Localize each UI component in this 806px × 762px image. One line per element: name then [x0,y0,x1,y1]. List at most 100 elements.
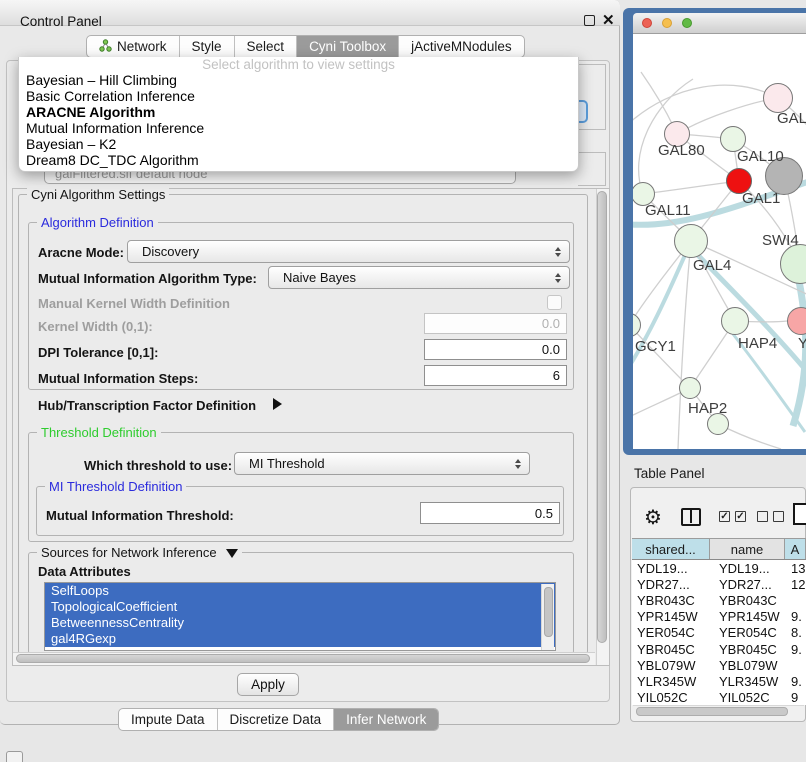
table-row[interactable]: YLR345WYLR345W9. [632,673,806,689]
network-tree-icon [99,39,112,55]
screen: Control Panel ✕ Network Style Select Cyn… [0,0,806,762]
zoom-window-button[interactable] [682,18,692,28]
control-panel-title: Control Panel [20,14,102,29]
mi-threshold-label: Mutual Information Threshold: [46,508,234,523]
algorithm-option-selected[interactable]: ARACNE Algorithm [19,104,578,120]
close-window-button[interactable] [642,18,652,28]
node-label: GAL4 [693,257,731,274]
table-row[interactable]: YBL079WYBL079W [632,657,806,673]
covered-groupbox-fragment [578,152,606,186]
aracne-mode-value: Discovery [142,244,199,259]
mi-steps-value: 6 [553,368,560,383]
expand-triangle-icon[interactable] [273,398,282,410]
node-label: GAL11 [645,202,691,219]
bottom-tabbar: Impute Data Discretize Data Infer Networ… [118,708,439,731]
list-item[interactable]: SelfLoops [45,583,555,599]
tab-infer-network-label: Infer Network [346,712,426,727]
mi-threshold-group-title: MI Threshold Definition [45,479,186,494]
new-table-icon[interactable] [793,503,806,525]
tab-impute-data[interactable]: Impute Data [119,709,217,730]
list-item[interactable]: gal4RGexp [45,631,555,647]
panel-collapsed-icon[interactable] [6,751,23,762]
select-all-checkbox-icon[interactable]: ✓ [735,511,746,522]
aracne-mode-select[interactable]: Discovery [127,240,570,263]
algorithm-option[interactable]: Dream8 DC_TDC Algorithm [19,152,578,168]
split-columns-icon[interactable] [681,508,701,526]
tab-style[interactable]: Style [179,36,234,57]
algorithm-definition-title: Algorithm Definition [37,215,158,230]
hub-definition-label: Hub/Transcription Factor Definition [38,398,256,413]
network-canvas[interactable]: GAL GAL80 GAL10 GAL1 GAL11 SWI4 GAL4 GCY… [633,34,806,449]
tab-network[interactable]: Network [87,36,179,57]
algorithm-dropdown-popup: Select algorithm to view settings Bayesi… [18,57,579,172]
which-threshold-select[interactable]: MI Threshold [234,452,530,475]
network-node[interactable] [763,83,793,113]
deselect-checkbox-icon[interactable] [757,511,768,522]
spinner-arrows-icon [515,459,521,469]
tab-jactivemnodules[interactable]: jActiveMNodules [398,36,524,57]
manual-kernel-width-checkbox [547,295,562,310]
mi-threshold-field[interactable]: 0.5 [420,502,560,524]
table-hscrollbar-thumb[interactable] [636,707,788,716]
collapse-triangle-icon[interactable] [226,549,238,558]
settings-vscrollbar-thumb[interactable] [597,191,607,643]
column-header-name[interactable]: name [710,539,785,559]
settings-hscrollbar-thumb[interactable] [16,654,590,663]
table-row[interactable]: YPR145WYPR145W9. [632,609,806,625]
dpi-tolerance-field[interactable]: 0.0 [424,339,567,360]
apply-button[interactable]: Apply [237,673,299,696]
network-node-hap4[interactable] [721,307,749,335]
settings-gear-icon[interactable]: ⚙ [644,505,662,530]
list-scrollbar-thumb[interactable] [544,587,553,637]
select-all-checkbox-icon[interactable]: ✓ [719,511,730,522]
sources-title-wrap: Sources for Network Inference [37,545,242,560]
algorithm-option[interactable]: Bayesian – Hill Climbing [19,72,578,88]
mi-algorithm-type-label: Mutual Information Algorithm Type: [38,271,257,286]
algorithm-option[interactable]: Mutual Information Inference [19,120,578,136]
node-label: GCY1 [635,338,676,355]
deselect-checkbox-icon[interactable] [773,511,784,522]
network-window-titlebar[interactable] [633,13,806,34]
algorithm-option[interactable]: Bayesian – K2 [19,136,578,152]
tab-style-label: Style [192,39,222,54]
tab-discretize-data-label: Discretize Data [230,712,322,727]
list-item[interactable]: BetweennessCentrality [45,615,555,631]
mi-algorithm-type-value: Naive Bayes [283,270,356,285]
algorithm-option[interactable]: Basic Correlation Inference [19,88,578,104]
minimize-window-button[interactable] [662,18,672,28]
node-label: GAL [777,110,806,127]
table-row[interactable]: YDR27...YDR27...12 [632,576,806,592]
spinner-arrows-icon [555,273,561,283]
table-row[interactable]: YBR043CYBR043C [632,592,806,608]
column-header-shared-name[interactable]: shared... [632,539,710,559]
tab-discretize-data[interactable]: Discretize Data [217,709,334,730]
algorithm-dropdown-hint: Select algorithm to view settings [19,57,578,72]
table-row[interactable]: YIL052CYIL052C9 [632,690,806,706]
kernel-width-label: Kernel Width (0,1): [38,319,153,334]
dpi-tolerance-label: DPI Tolerance [0,1]: [38,345,158,360]
node-label: SWI4 [762,232,799,249]
mi-steps-field[interactable]: 6 [424,365,567,386]
cyni-algorithm-settings-title: Cyni Algorithm Settings [27,187,169,202]
table-row[interactable]: YER054CYER054C8. [632,625,806,641]
node-label: HAP2 [688,400,727,417]
mi-steps-label: Mutual Information Steps: [38,371,198,386]
tab-infer-network[interactable]: Infer Network [333,709,438,730]
table-row[interactable]: YBR045CYBR045C9. [632,641,806,657]
dpi-tolerance-value: 0.0 [542,342,560,357]
table-panel-title: Table Panel [634,466,705,481]
column-header[interactable]: A [785,539,806,559]
close-panel-icon[interactable]: ✕ [602,11,615,29]
tab-select[interactable]: Select [234,36,297,57]
network-node-hap2[interactable] [679,377,701,399]
network-node-gal4[interactable] [674,224,708,258]
table-row[interactable]: YDL19...YDL19...13 [632,560,806,576]
float-panel-icon[interactable] [584,15,595,26]
data-attributes-label: Data Attributes [38,564,131,579]
mi-algorithm-type-select[interactable]: Naive Bayes [268,266,570,289]
which-threshold-value: MI Threshold [249,456,325,471]
node-label: GAL80 [658,142,705,159]
node-label: HAP4 [738,335,777,352]
tab-cyni-toolbox[interactable]: Cyni Toolbox [296,36,398,57]
list-item[interactable]: TopologicalCoefficient [45,599,555,615]
